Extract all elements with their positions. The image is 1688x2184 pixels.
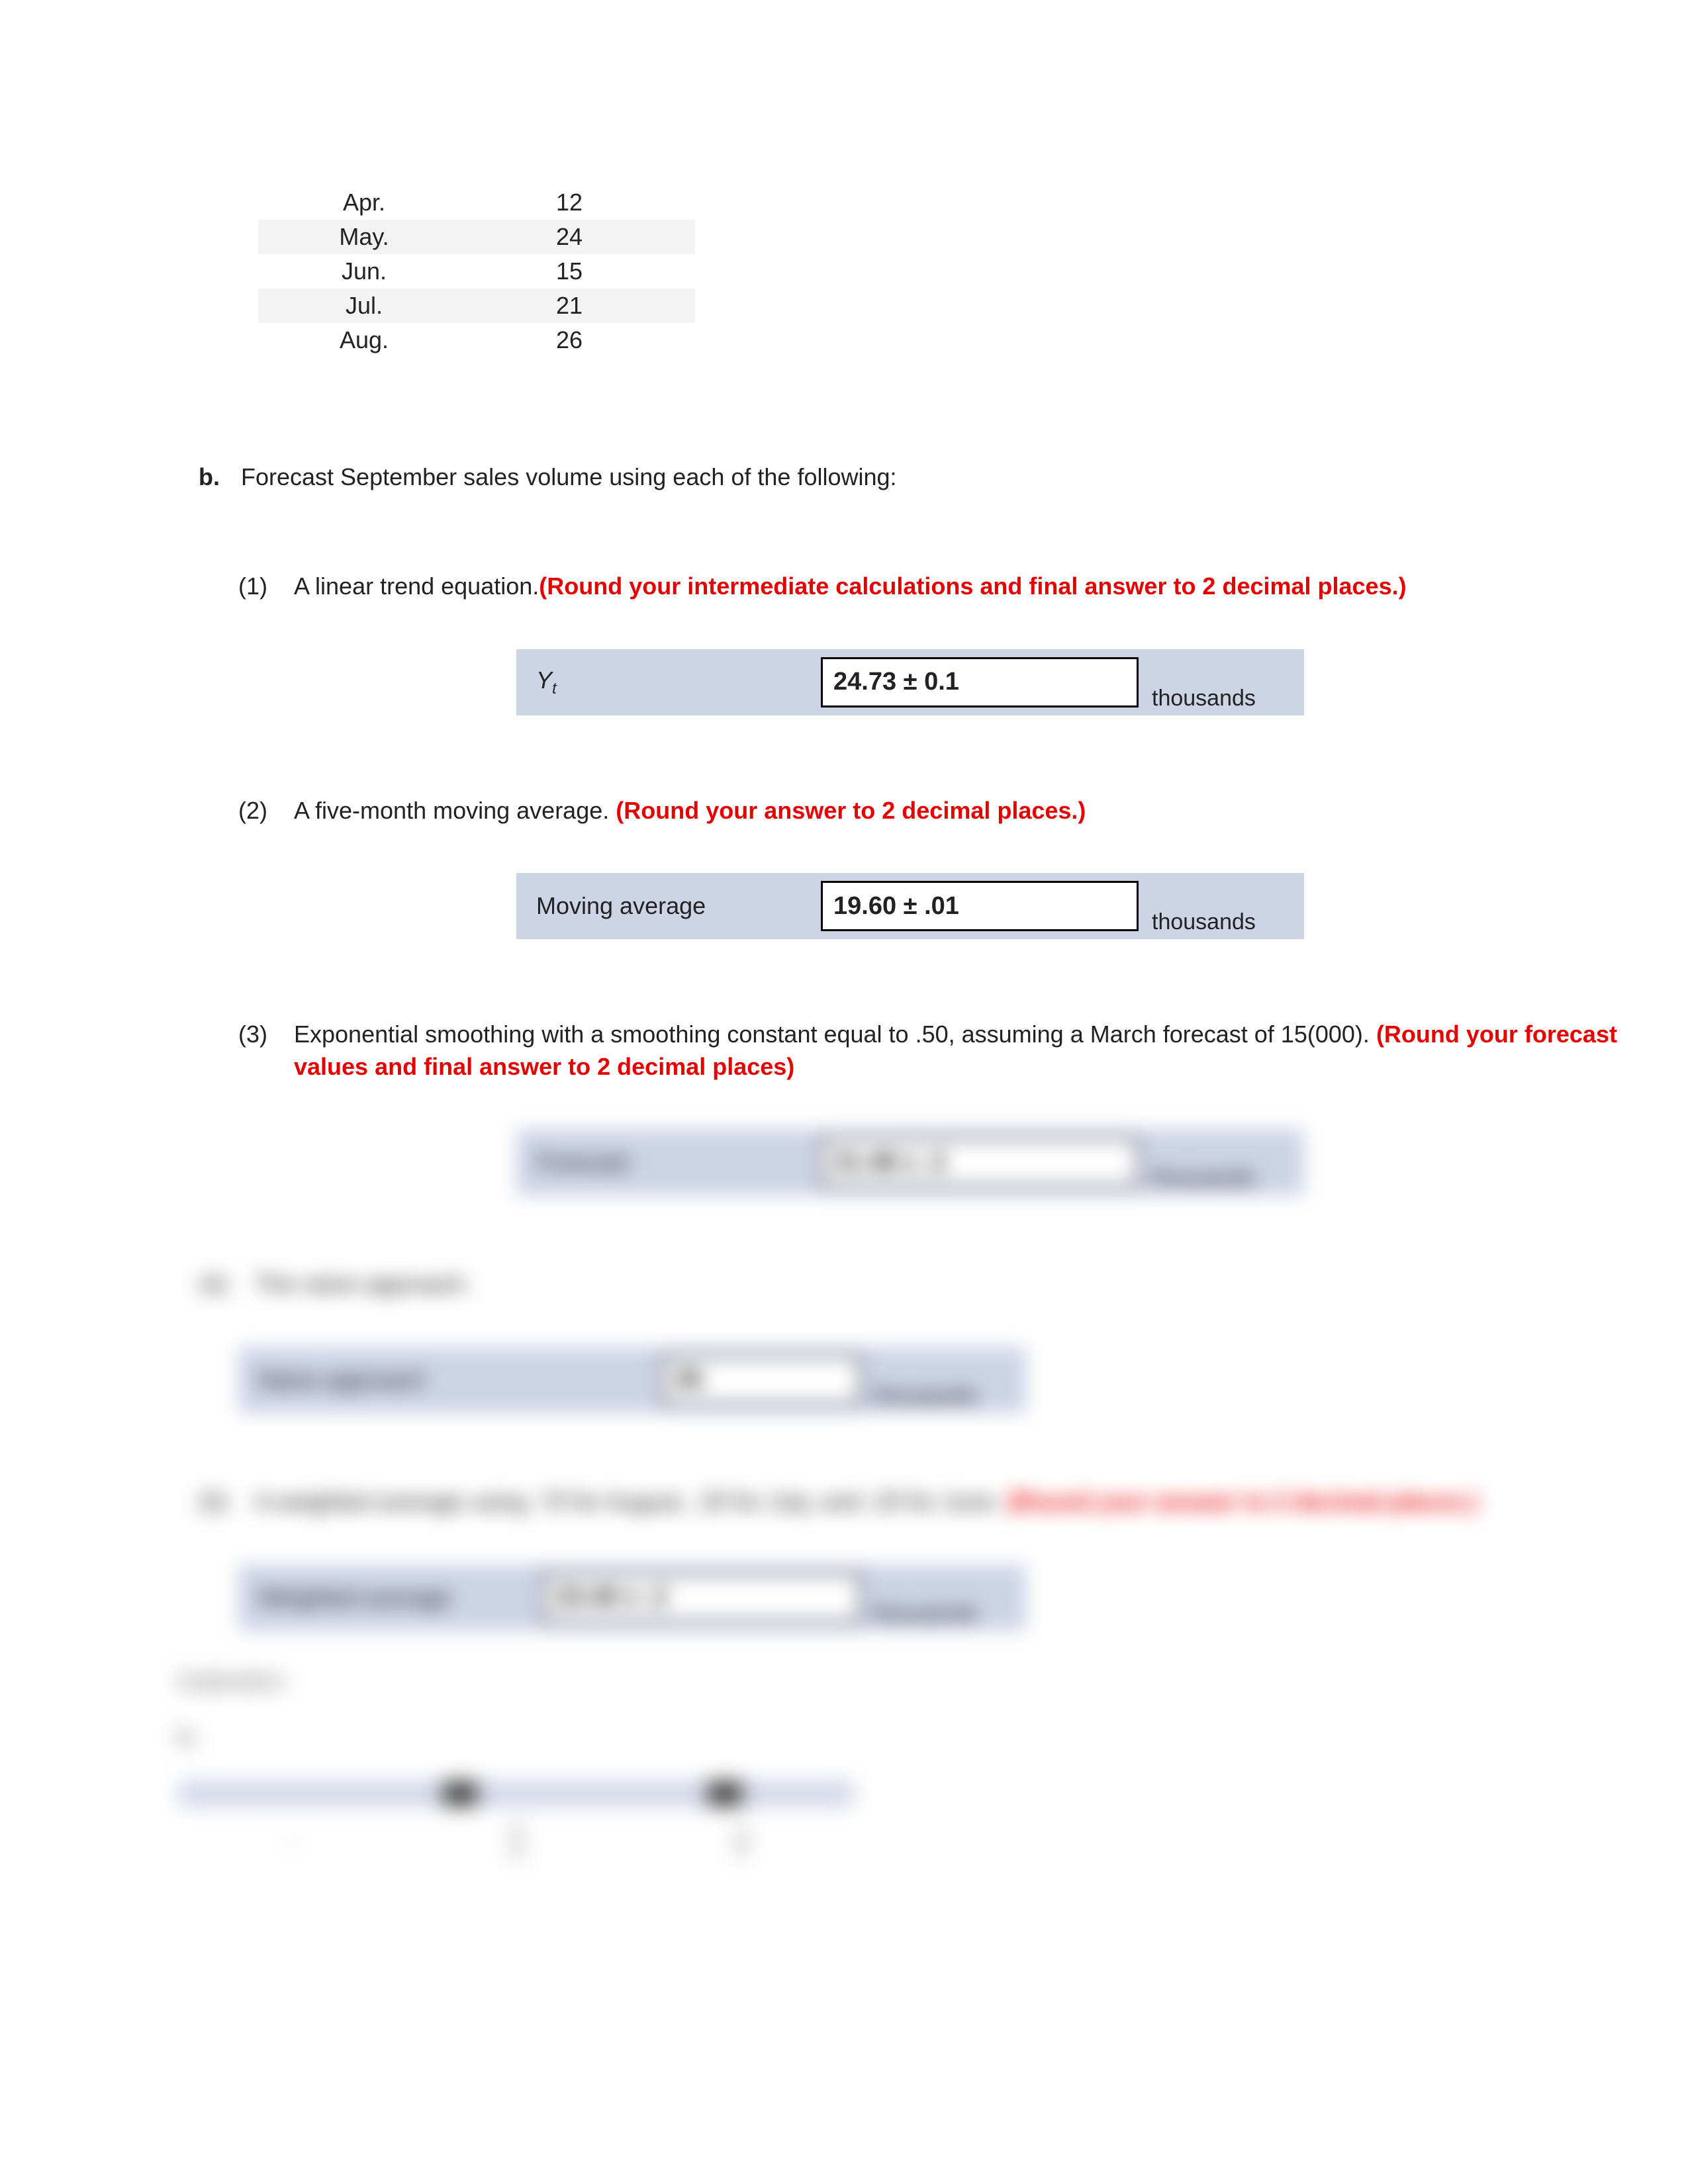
answer-input[interactable]: 23.40 ± .2: [543, 1572, 861, 1623]
part-1: (1) A linear trend equation.(Round your …: [238, 570, 1688, 715]
data-table: Apr. 12 May. 24 Jun. 15 Jul. 21 Aug. 26: [258, 185, 695, 357]
month-cell: Apr.: [258, 189, 470, 216]
blurred-content: Forecast 21.48 ± .3 thousands (4) The na…: [238, 1129, 1688, 1630]
answer-label: Naive approach: [238, 1366, 662, 1394]
explanation-header: [179, 1782, 854, 1805]
answer-input[interactable]: 24.73 ± 0.1: [821, 657, 1139, 707]
table-row: Jun. 15: [258, 254, 695, 289]
part-marker: (1): [238, 572, 278, 600]
month-cell: Jul.: [258, 292, 470, 320]
value-cell: 21: [470, 292, 669, 320]
answer-bar: Naive approach 26 thousands: [238, 1347, 1026, 1413]
part-text: A linear trend equation.(Round your inte…: [294, 570, 1688, 603]
page: Apr. 12 May. 24 Jun. 15 Jul. 21 Aug. 26 …: [0, 0, 1688, 2184]
value-cell: 12: [470, 189, 669, 216]
part-marker: (5): [199, 1488, 238, 1516]
explanation-sub: b.: [179, 1726, 1688, 1749]
explanation-title: Explanation:: [179, 1670, 1688, 1693]
answer-bar: Weighted average 23.40 ± .2 thousands: [238, 1565, 1026, 1631]
question-b: b. Forecast September sales volume using…: [199, 463, 1688, 491]
question-marker: b.: [199, 463, 225, 491]
part-marker: (2): [238, 797, 278, 825]
part-text-plain: Exponential smoothing with a smoothing c…: [294, 1021, 1376, 1048]
part-instruction-red: (Round your intermediate calculations an…: [539, 572, 1406, 600]
part-text: A weighted average using .70 for August,…: [254, 1486, 1688, 1518]
part-text-plain: A weighted average using .70 for August,…: [254, 1488, 1008, 1515]
answer-input[interactable]: 21.48 ± .3: [821, 1137, 1139, 1187]
explanation-row: t Month Sales: [179, 1805, 854, 1878]
explanation-table: t Month Sales: [179, 1782, 854, 1878]
value-cell: 15: [470, 257, 669, 285]
y-subscript: t: [552, 680, 557, 698]
table-row: Aug. 26: [258, 323, 695, 357]
answer-bar: Yt 24.73 ± 0.1 thousands: [516, 649, 1304, 715]
answer-label: Weighted average: [238, 1584, 543, 1612]
answer-input[interactable]: 26: [662, 1355, 861, 1405]
answer-label: Yt: [516, 666, 821, 698]
part-text: Exponential smoothing with a smoothing c…: [294, 1019, 1688, 1083]
part-text: A five-month moving average. (Round your…: [294, 795, 1688, 827]
part-instruction-red: (Round your answer to 2 decimal places.): [616, 797, 1086, 824]
value-cell: 24: [470, 223, 669, 251]
question-text: Forecast September sales volume using ea…: [241, 463, 1688, 491]
table-row: Apr. 12: [258, 185, 695, 220]
value-cell: 26: [470, 326, 669, 354]
answer-input[interactable]: 19.60 ± .01: [821, 881, 1139, 931]
part-instruction-red: (Round your answer to 2 decimal places.): [1008, 1488, 1477, 1515]
month-cell: May.: [258, 223, 470, 251]
part-text: The naive approach.: [254, 1268, 1688, 1300]
answer-bar: Forecast 21.48 ± .3 thousands: [516, 1129, 1304, 1195]
answer-unit: thousands: [1152, 686, 1256, 711]
answer-label: Moving average: [516, 892, 821, 920]
answer-unit: thousands: [874, 1601, 978, 1627]
answer-unit: thousands: [1152, 909, 1256, 935]
month-cell: Jun.: [258, 257, 470, 285]
part-text-plain: A five-month moving average.: [294, 797, 616, 824]
y-symbol: Y: [536, 666, 552, 694]
table-row: May. 24: [258, 220, 695, 254]
part-3: (3) Exponential smoothing with a smoothi…: [238, 1019, 1688, 1630]
answer-unit: thousands: [874, 1383, 978, 1409]
explanation-blurred: Explanation: b. t Month Sales: [179, 1670, 1688, 1878]
month-cell: Aug.: [258, 326, 470, 354]
part-marker: (4): [199, 1270, 238, 1298]
part-marker: (3): [238, 1021, 278, 1048]
table-row: Jul. 21: [258, 289, 695, 323]
part-2: (2) A five-month moving average. (Round …: [238, 795, 1688, 940]
answer-label: Forecast: [516, 1148, 821, 1176]
answer-unit: thousands: [1152, 1165, 1256, 1191]
part-text-plain: A linear trend equation.: [294, 572, 539, 600]
answer-bar: Moving average 19.60 ± .01 thousands: [516, 873, 1304, 939]
